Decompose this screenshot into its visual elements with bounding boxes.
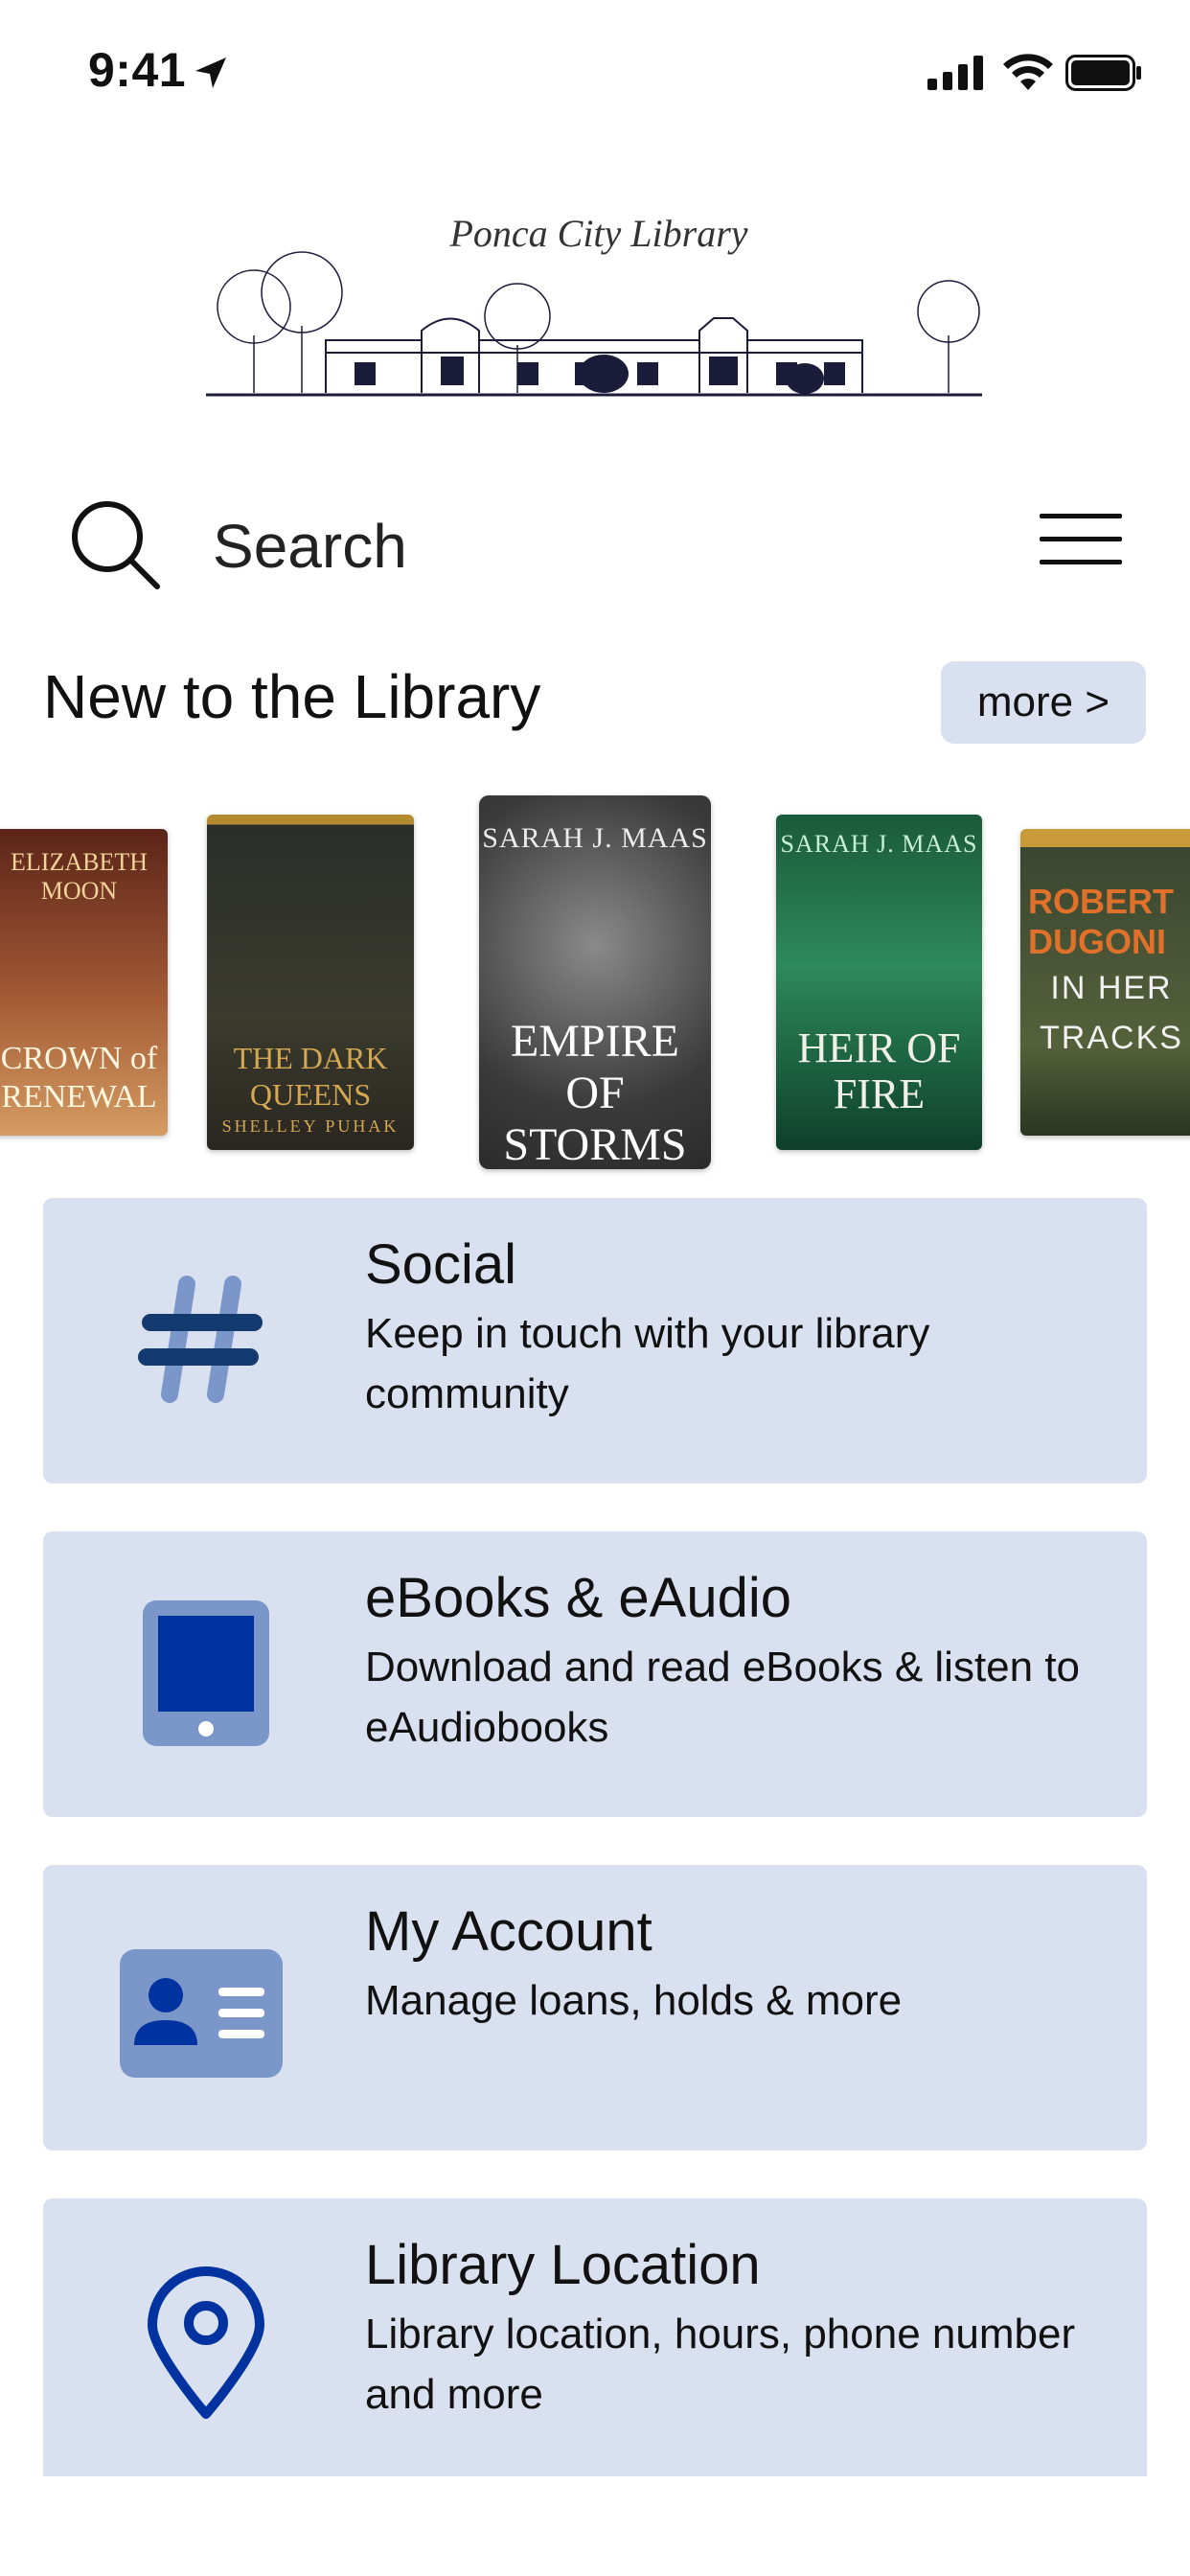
book-cover[interactable]: SARAH J. MAAS HEIR OF FIRE [776, 815, 982, 1150]
menu-card-description: Download and read eBooks & listen to eAu… [365, 1644, 1081, 1751]
book-author: SHELLEY PUHAK [221, 1116, 400, 1136]
tablet-icon [143, 1600, 269, 1746]
book-title: CROWN of RENEWAL [0, 1041, 158, 1115]
book-title: THE DARK QUEENS [233, 1041, 388, 1112]
book-cover[interactable]: ELIZABETH MOON CROWN of RENEWAL [0, 829, 168, 1136]
search-input[interactable] [213, 508, 883, 585]
book-cover[interactable]: ROBERT DUGONI IN HER TRACKS [1020, 829, 1190, 1136]
hamburger-menu-icon[interactable] [1040, 506, 1122, 573]
menu-card-description: Keep in touch with your library communit… [365, 1310, 930, 1417]
section-title: New to the Library [43, 662, 541, 731]
menu-card-my-account[interactable]: My Account Manage loans, holds & more [43, 1865, 1147, 2150]
menu-card-library-location[interactable]: Library Location Library location, hours… [43, 2198, 1147, 2476]
book-author: SARAH J. MAAS [780, 830, 978, 858]
book-author: ELIZABETH MOON [11, 848, 148, 905]
search-icon[interactable] [67, 496, 163, 592]
status-time: 9:41 [88, 43, 187, 97]
menu-card-ebooks[interactable]: eBooks & eAudio Download and read eBooks… [43, 1531, 1147, 1817]
wifi-icon [1003, 54, 1053, 90]
menu-card-title: Social [365, 1233, 516, 1296]
book-cover[interactable]: THE DARK QUEENS SHELLEY PUHAK [207, 815, 414, 1150]
id-card-icon [120, 1949, 283, 2078]
book-author: SARAH J. MAAS [482, 822, 708, 854]
cellular-signal-icon [927, 56, 983, 90]
search-bar [0, 479, 1190, 613]
book-title: HEIR OF FIRE [797, 1024, 961, 1117]
menu-card-description: Library location, hours, phone number an… [365, 2311, 1076, 2418]
location-arrow-icon [195, 58, 226, 88]
menu-card-title: Library Location [365, 2234, 761, 2296]
menu-card-description: Manage loans, holds & more [365, 1977, 903, 2024]
map-pin-icon [148, 2266, 264, 2419]
menu-card-social[interactable]: Social Keep in touch with your library c… [43, 1198, 1147, 1484]
book-title: EMPIRE OF STORMS [503, 1016, 687, 1169]
book-cover[interactable]: SARAH J. MAAS EMPIRE OF STORMS [479, 795, 711, 1169]
library-building-illustration [206, 251, 982, 397]
library-logo: Ponca City Library [201, 201, 996, 397]
hashtag-icon [138, 1276, 263, 1403]
status-bar: 9:41 [0, 0, 1190, 144]
battery-icon [1065, 55, 1141, 91]
menu-card-title: My Account [365, 1900, 652, 1963]
more-button[interactable]: more > [941, 661, 1146, 744]
book-author: ROBERT DUGONI [1028, 882, 1174, 961]
book-title: IN HER TRACKS [1040, 970, 1183, 1056]
menu-card-title: eBooks & eAudio [365, 1567, 791, 1629]
